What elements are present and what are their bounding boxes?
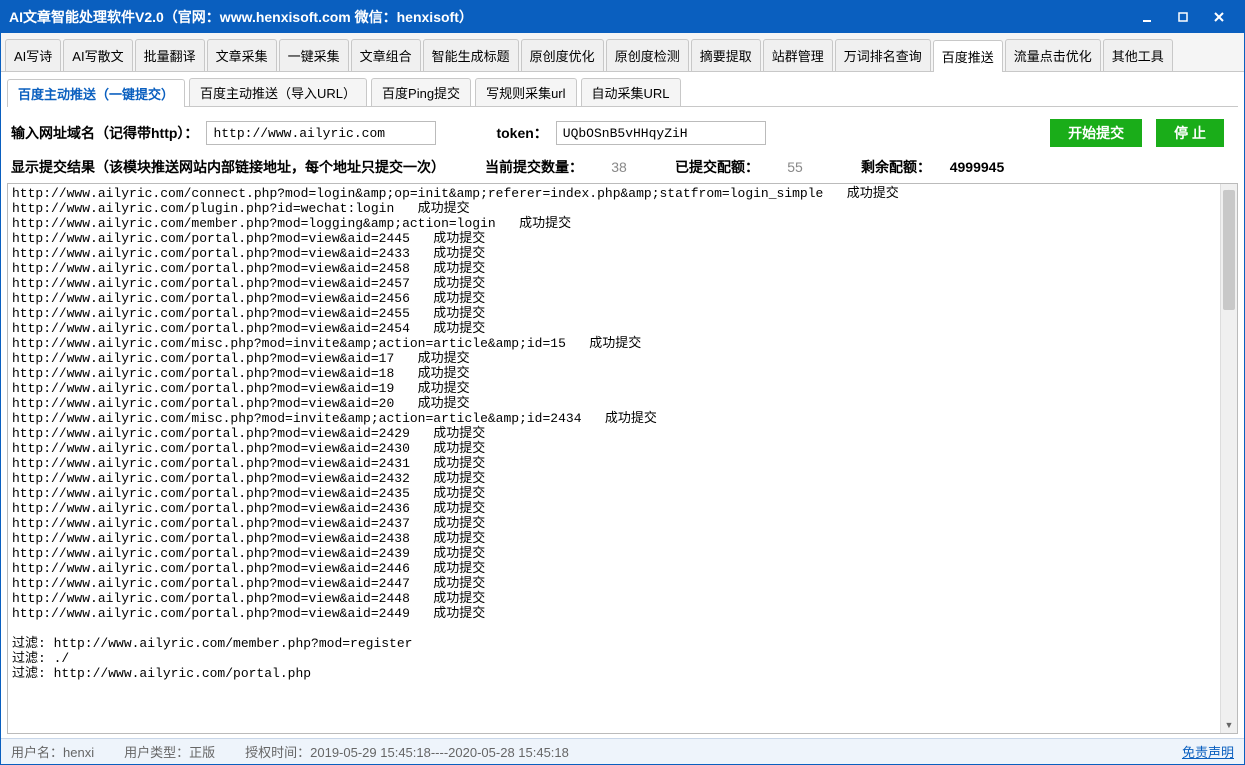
main-tab[interactable]: 文章采集 (207, 39, 277, 71)
main-tab[interactable]: 批量翻译 (135, 39, 205, 71)
main-tab[interactable]: 文章组合 (351, 39, 421, 71)
token-label: token： (496, 123, 547, 143)
minimize-button[interactable] (1130, 6, 1164, 28)
submitted-quota-value: 55 (765, 159, 825, 175)
main-tabstrip: AI写诗AI写散文批量翻译文章采集一键采集文章组合智能生成标题原创度优化原创度检… (1, 33, 1244, 72)
maximize-icon (1177, 11, 1189, 23)
sub-tab[interactable]: 百度主动推送（导入URL） (189, 78, 367, 106)
footer-type-label: 用户类型： (124, 745, 189, 760)
scroll-down-icon[interactable]: ▼ (1221, 717, 1237, 733)
start-submit-button[interactable]: 开始提交 (1050, 119, 1142, 147)
status-line: 显示提交结果（该模块推送网站内部链接地址，每个地址只提交一次） 当前提交数量： … (1, 155, 1244, 181)
main-tab[interactable]: 站群管理 (763, 39, 833, 71)
controls-row: 输入网址域名（记得带http）： token： 开始提交 停 止 (1, 107, 1244, 155)
main-tab[interactable]: 智能生成标题 (423, 39, 519, 71)
stop-button[interactable]: 停 止 (1156, 119, 1224, 147)
minimize-icon (1141, 11, 1153, 23)
main-tab[interactable]: 流量点击优化 (1005, 39, 1101, 71)
main-tab[interactable]: 其他工具 (1103, 39, 1173, 71)
app-title: AI文章智能处理软件V2.0（官网：www.henxisoft.com 微信：h… (9, 7, 473, 27)
domain-label: 输入网址域名（记得带http）： (11, 123, 198, 143)
main-tab[interactable]: 原创度检测 (606, 39, 689, 71)
footer-user-value: henxi (63, 745, 94, 760)
close-icon (1213, 11, 1225, 23)
sub-tab[interactable]: 写规则采集url (475, 78, 576, 106)
main-tab[interactable]: 一键采集 (279, 39, 349, 71)
main-tab[interactable]: AI写散文 (63, 39, 132, 71)
sub-tabstrip: 百度主动推送（一键提交）百度主动推送（导入URL）百度Ping提交写规则采集ur… (1, 72, 1244, 106)
current-count-value: 38 (589, 159, 649, 175)
titlebar[interactable]: AI文章智能处理软件V2.0（官网：www.henxisoft.com 微信：h… (1, 1, 1244, 33)
footer-auth-label: 授权时间： (245, 745, 310, 760)
scroll-thumb[interactable] (1223, 190, 1235, 310)
sub-tab[interactable]: 自动采集URL (581, 78, 681, 106)
sub-tab[interactable]: 百度主动推送（一键提交） (7, 79, 185, 107)
main-tab[interactable]: 万词排名查询 (835, 39, 931, 71)
app-window: AI文章智能处理软件V2.0（官网：www.henxisoft.com 微信：h… (0, 0, 1245, 765)
remaining-quota-label: 剩余配额： (861, 157, 931, 177)
maximize-button[interactable] (1166, 6, 1200, 28)
footer-auth-value: 2019-05-29 15:45:18----2020-05-28 15:45:… (310, 745, 569, 760)
footer-user-label: 用户名： (11, 745, 63, 760)
submitted-quota-label: 已提交配额： (675, 157, 759, 177)
close-button[interactable] (1202, 6, 1236, 28)
footer-bar: 用户名：henxi 用户类型：正版 授权时间：2019-05-29 15:45:… (1, 738, 1244, 764)
disclaimer-link[interactable]: 免责声明 (1182, 742, 1234, 761)
result-heading: 显示提交结果（该模块推送网站内部链接地址，每个地址只提交一次） (11, 157, 445, 177)
log-area: http://www.ailyric.com/connect.php?mod=l… (7, 183, 1238, 734)
token-input[interactable] (556, 121, 766, 145)
main-tab[interactable]: 百度推送 (933, 40, 1003, 72)
sub-tab[interactable]: 百度Ping提交 (371, 78, 471, 106)
main-tab[interactable]: AI写诗 (5, 39, 61, 71)
footer-type-value: 正版 (189, 745, 215, 760)
main-tab[interactable]: 原创度优化 (521, 39, 604, 71)
log-scrollbar[interactable]: ▲ ▼ (1220, 184, 1237, 733)
remaining-quota-value: 4999945 (937, 159, 1017, 175)
current-count-label: 当前提交数量： (485, 157, 583, 177)
domain-input[interactable] (206, 121, 436, 145)
main-tab[interactable]: 摘要提取 (691, 39, 761, 71)
log-text[interactable]: http://www.ailyric.com/connect.php?mod=l… (8, 184, 1220, 733)
